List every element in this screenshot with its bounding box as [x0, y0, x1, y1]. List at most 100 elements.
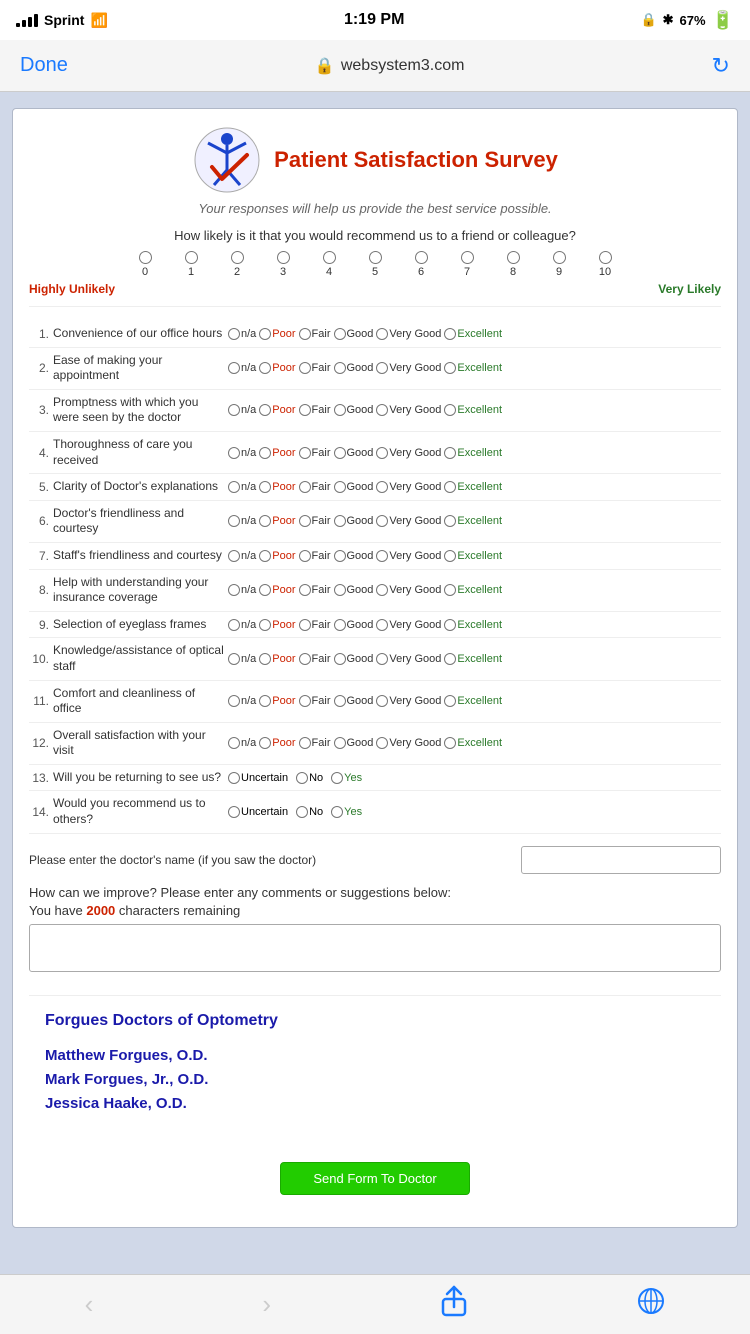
comments-textarea[interactable]: [29, 924, 721, 972]
q9-opt-good[interactable]: Good: [334, 619, 374, 631]
q2-opt-poor[interactable]: Poor: [259, 362, 295, 374]
q7-opt-good[interactable]: Good: [334, 550, 374, 562]
q5-opt-very-good[interactable]: Very Good: [376, 481, 441, 493]
q13-no[interactable]: No: [296, 772, 323, 784]
q5-opt-good[interactable]: Good: [334, 481, 374, 493]
q3-opt-excellent[interactable]: Excellent: [444, 404, 502, 416]
q9-opt-very-good[interactable]: Very Good: [376, 619, 441, 631]
q13-yes[interactable]: Yes: [331, 772, 362, 784]
q6-opt-n/a[interactable]: n/a: [228, 515, 256, 527]
doctor-name-input[interactable]: [521, 846, 721, 874]
q7-opt-very-good[interactable]: Very Good: [376, 550, 441, 562]
nps-option-4[interactable]: 4: [306, 251, 352, 278]
nps-option-2[interactable]: 2: [214, 251, 260, 278]
q10-opt-n/a[interactable]: n/a: [228, 653, 256, 665]
reload-button[interactable]: ↻: [712, 53, 730, 79]
nps-option-10[interactable]: 10: [582, 251, 628, 278]
q12-opt-good[interactable]: Good: [334, 737, 374, 749]
q13-uncertain[interactable]: Uncertain: [228, 772, 288, 784]
url-bar[interactable]: 🔒 websystem3.com: [315, 56, 465, 76]
q4-opt-good[interactable]: Good: [334, 447, 374, 459]
q4-opt-fair[interactable]: Fair: [299, 447, 331, 459]
q7-opt-fair[interactable]: Fair: [299, 550, 331, 562]
q3-opt-fair[interactable]: Fair: [299, 404, 331, 416]
q6-opt-poor[interactable]: Poor: [259, 515, 295, 527]
q11-opt-n/a[interactable]: n/a: [228, 695, 256, 707]
q12-opt-excellent[interactable]: Excellent: [444, 737, 502, 749]
q3-opt-good[interactable]: Good: [334, 404, 374, 416]
q5-opt-poor[interactable]: Poor: [259, 481, 295, 493]
q12-opt-fair[interactable]: Fair: [299, 737, 331, 749]
q11-opt-excellent[interactable]: Excellent: [444, 695, 502, 707]
q8-opt-fair[interactable]: Fair: [299, 584, 331, 596]
q10-opt-very-good[interactable]: Very Good: [376, 653, 441, 665]
q14-yes[interactable]: Yes: [331, 806, 362, 818]
q3-opt-n/a[interactable]: n/a: [228, 404, 256, 416]
q14-no[interactable]: No: [296, 806, 323, 818]
q12-opt-poor[interactable]: Poor: [259, 737, 295, 749]
q4-opt-very-good[interactable]: Very Good: [376, 447, 441, 459]
q9-opt-poor[interactable]: Poor: [259, 619, 295, 631]
nps-option-3[interactable]: 3: [260, 251, 306, 278]
back-button[interactable]: ‹: [85, 1289, 94, 1320]
q9-opt-n/a[interactable]: n/a: [228, 619, 256, 631]
q4-opt-n/a[interactable]: n/a: [228, 447, 256, 459]
q5-opt-n/a[interactable]: n/a: [228, 481, 256, 493]
nps-option-6[interactable]: 6: [398, 251, 444, 278]
nps-option-1[interactable]: 1: [168, 251, 214, 278]
q8-opt-poor[interactable]: Poor: [259, 584, 295, 596]
q1-opt-fair[interactable]: Fair: [299, 328, 331, 340]
forward-button[interactable]: ›: [262, 1289, 271, 1320]
q1-opt-excellent[interactable]: Excellent: [444, 328, 502, 340]
q9-opt-fair[interactable]: Fair: [299, 619, 331, 631]
q2-opt-n/a[interactable]: n/a: [228, 362, 256, 374]
q12-opt-very-good[interactable]: Very Good: [376, 737, 441, 749]
q10-opt-poor[interactable]: Poor: [259, 653, 295, 665]
nps-option-0[interactable]: 0: [122, 251, 168, 278]
q1-opt-poor[interactable]: Poor: [259, 328, 295, 340]
q11-opt-poor[interactable]: Poor: [259, 695, 295, 707]
q7-opt-n/a[interactable]: n/a: [228, 550, 256, 562]
q14-uncertain[interactable]: Uncertain: [228, 806, 288, 818]
bookmarks-button[interactable]: [637, 1287, 665, 1322]
q1-opt-good[interactable]: Good: [334, 328, 374, 340]
q5-opt-fair[interactable]: Fair: [299, 481, 331, 493]
nps-option-8[interactable]: 8: [490, 251, 536, 278]
q12-opt-n/a[interactable]: n/a: [228, 737, 256, 749]
q2-opt-excellent[interactable]: Excellent: [444, 362, 502, 374]
q10-opt-fair[interactable]: Fair: [299, 653, 331, 665]
q6-opt-good[interactable]: Good: [334, 515, 374, 527]
q11-opt-fair[interactable]: Fair: [299, 695, 331, 707]
q7-opt-excellent[interactable]: Excellent: [444, 550, 502, 562]
submit-button[interactable]: Send Form To Doctor: [280, 1162, 469, 1195]
q8-opt-very-good[interactable]: Very Good: [376, 584, 441, 596]
nps-option-7[interactable]: 7: [444, 251, 490, 278]
q3-opt-very-good[interactable]: Very Good: [376, 404, 441, 416]
q7-opt-poor[interactable]: Poor: [259, 550, 295, 562]
q1-opt-very-good[interactable]: Very Good: [376, 328, 441, 340]
q6-opt-excellent[interactable]: Excellent: [444, 515, 502, 527]
q8-opt-excellent[interactable]: Excellent: [444, 584, 502, 596]
q8-opt-n/a[interactable]: n/a: [228, 584, 256, 596]
q4-opt-poor[interactable]: Poor: [259, 447, 295, 459]
nps-option-5[interactable]: 5: [352, 251, 398, 278]
q2-opt-good[interactable]: Good: [334, 362, 374, 374]
q6-opt-very-good[interactable]: Very Good: [376, 515, 441, 527]
share-button[interactable]: [440, 1285, 468, 1324]
q9-opt-excellent[interactable]: Excellent: [444, 619, 502, 631]
q11-opt-very-good[interactable]: Very Good: [376, 695, 441, 707]
q11-opt-good[interactable]: Good: [334, 695, 374, 707]
q1-opt-n/a[interactable]: n/a: [228, 328, 256, 340]
q3-opt-poor[interactable]: Poor: [259, 404, 295, 416]
q2-opt-fair[interactable]: Fair: [299, 362, 331, 374]
q2-text: Ease of making your appointment: [51, 347, 226, 389]
done-button[interactable]: Done: [20, 54, 68, 77]
q2-opt-very-good[interactable]: Very Good: [376, 362, 441, 374]
q5-opt-excellent[interactable]: Excellent: [444, 481, 502, 493]
q10-opt-excellent[interactable]: Excellent: [444, 653, 502, 665]
nps-option-9[interactable]: 9: [536, 251, 582, 278]
q8-opt-good[interactable]: Good: [334, 584, 374, 596]
q6-opt-fair[interactable]: Fair: [299, 515, 331, 527]
q4-opt-excellent[interactable]: Excellent: [444, 447, 502, 459]
q10-opt-good[interactable]: Good: [334, 653, 374, 665]
